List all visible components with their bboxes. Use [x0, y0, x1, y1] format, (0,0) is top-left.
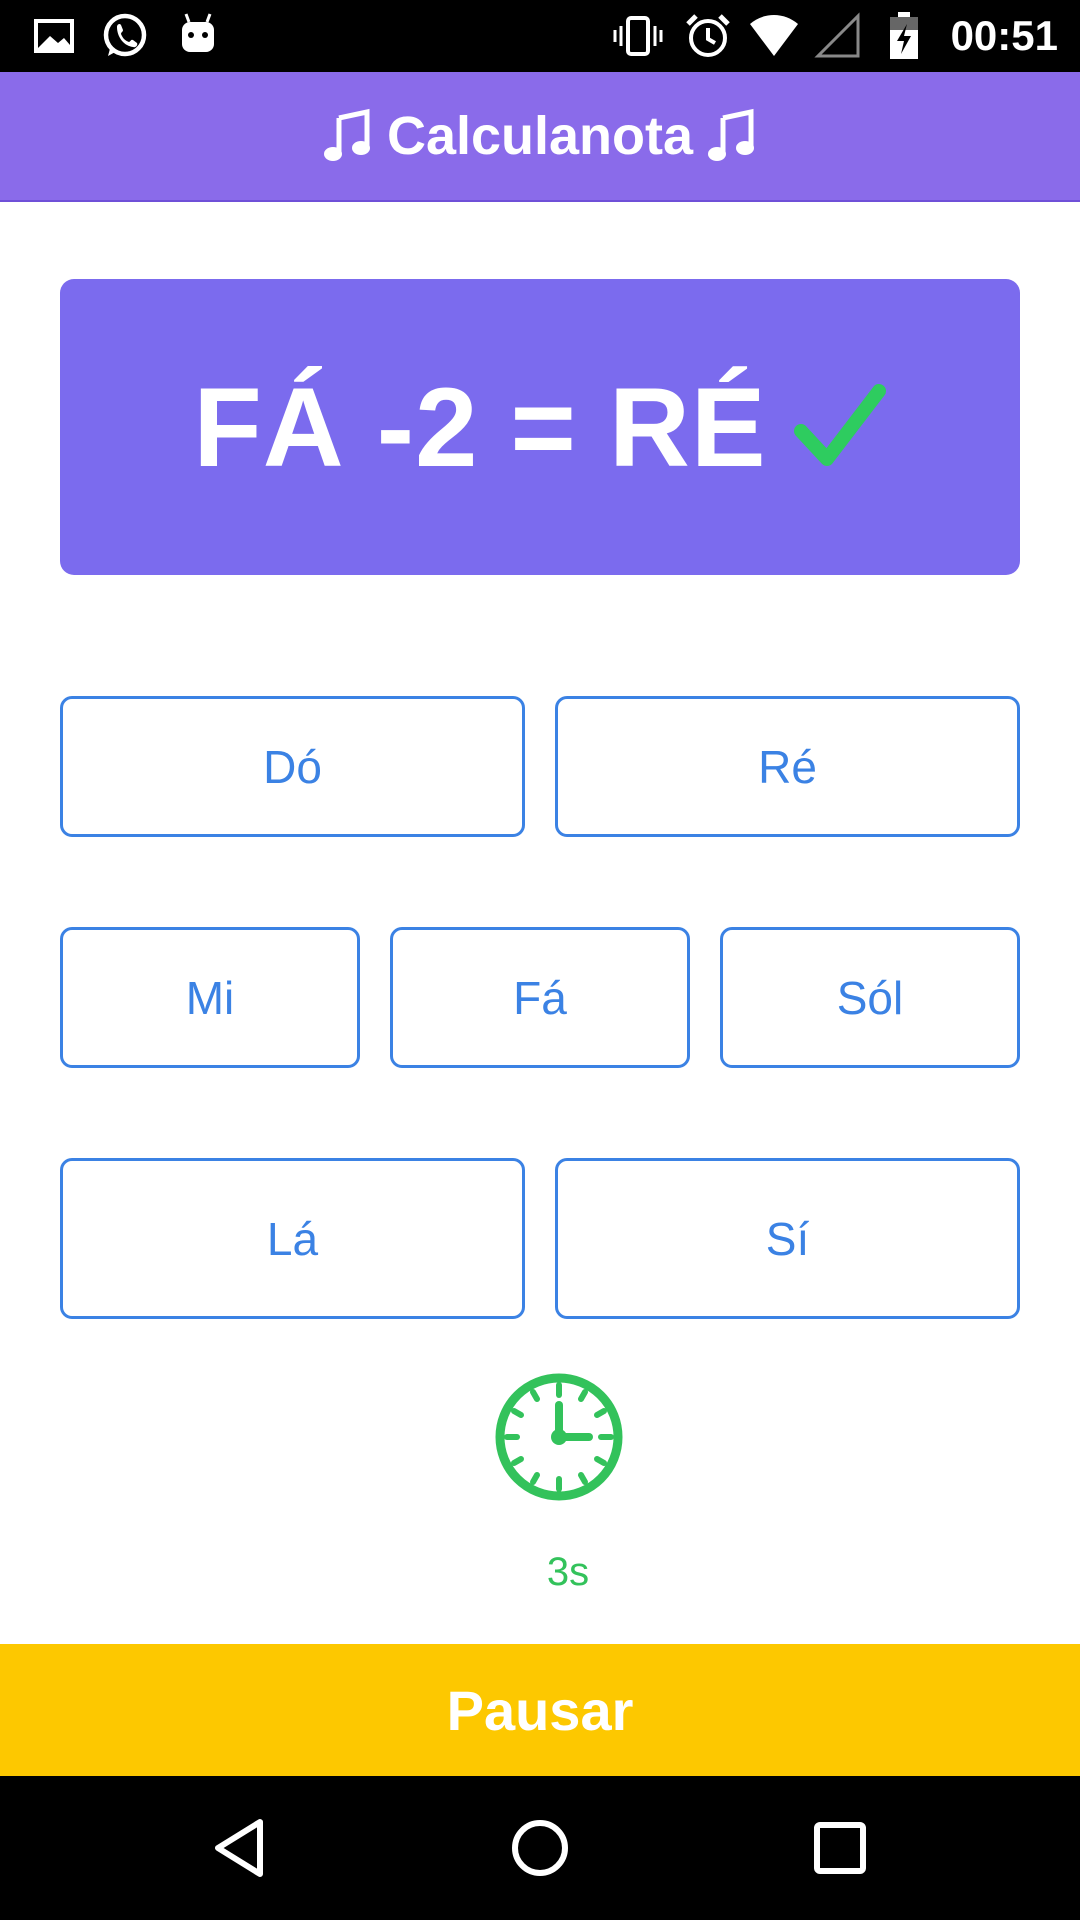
- app-title: Calculanota: [386, 106, 694, 166]
- note-button-mi[interactable]: Mi: [60, 927, 360, 1068]
- note-button-re[interactable]: Ré: [555, 696, 1020, 837]
- battery-charging-icon: [878, 10, 930, 62]
- app-bar: Calculanota: [0, 72, 1080, 202]
- note-button-si[interactable]: Sí: [555, 1158, 1020, 1319]
- status-bar: 00:51: [0, 0, 1080, 72]
- alarm-icon: [682, 10, 734, 62]
- home-icon[interactable]: [504, 1812, 576, 1884]
- vibrate-icon: [612, 10, 664, 62]
- status-time: 00:51: [950, 12, 1058, 59]
- pause-button[interactable]: Pausar: [0, 1644, 1080, 1776]
- result-equation: FÁ -2 = RÉ: [193, 364, 767, 490]
- check-icon: [791, 379, 887, 475]
- note-button-la[interactable]: Lá: [60, 1158, 525, 1319]
- whatsapp-icon: [98, 10, 150, 62]
- result-card: FÁ -2 = RÉ: [60, 279, 1020, 575]
- image-icon: [28, 10, 80, 62]
- timer-value: 3s: [546, 1550, 590, 1594]
- recents-icon[interactable]: [804, 1812, 876, 1884]
- signal-icon: [812, 10, 864, 62]
- note-button-sol[interactable]: Sól: [720, 927, 1020, 1068]
- note-button-fa[interactable]: Fá: [390, 927, 690, 1068]
- note-button-do[interactable]: Dó: [60, 696, 525, 837]
- music-note-icon: [707, 108, 757, 164]
- wifi-icon: [748, 10, 800, 62]
- music-note-icon: [323, 108, 373, 164]
- android-icon: [172, 10, 224, 62]
- back-icon[interactable]: [204, 1812, 276, 1884]
- navigation-bar: [0, 1776, 1080, 1920]
- clock-icon: [493, 1371, 625, 1503]
